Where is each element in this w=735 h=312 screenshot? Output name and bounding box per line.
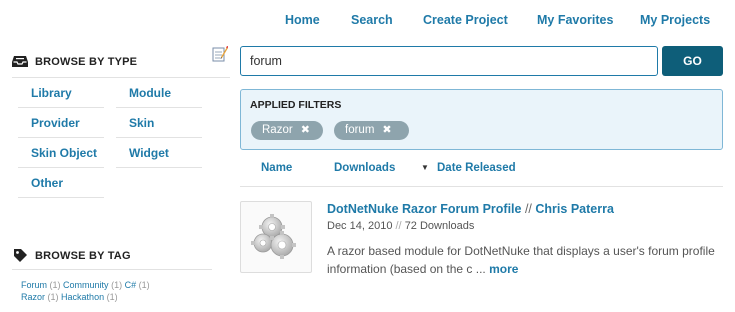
go-button[interactable]: GO (662, 46, 723, 76)
filter-chip-label: forum (345, 124, 375, 136)
applied-filters-panel: APPLIED FILTERS Razor ✖ forum ✖ (240, 89, 723, 150)
tag-count: (1) (111, 280, 123, 290)
filter-chip-razor[interactable]: Razor ✖ (251, 121, 323, 140)
sort-bar: Name Downloads ▼ Date Released (240, 162, 723, 187)
tag-link-forum[interactable]: Forum (21, 280, 47, 290)
search-input[interactable] (240, 46, 658, 76)
result-downloads: 72 Downloads (404, 220, 475, 232)
type-link-skin[interactable]: Skin (116, 108, 202, 138)
browse-by-tag-section: BROWSE BY TAG (12, 242, 212, 270)
tag-icon (12, 249, 28, 263)
result-author-link[interactable]: Chris Paterra (535, 202, 614, 216)
result-description: A razor based module for DotNetNuke that… (327, 242, 723, 278)
type-link-skin-object[interactable]: Skin Object (18, 138, 104, 168)
tag-link-hackathon[interactable]: Hackathon (61, 292, 104, 302)
result-title-link[interactable]: DotNetNuke Razor Forum Profile (327, 202, 521, 216)
nav-search-link[interactable]: Search (351, 13, 393, 27)
tag-cloud: Forum (1) Community (1) C# (1) Razor (1)… (21, 279, 150, 303)
result-title-line: DotNetNuke Razor Forum Profile // Chris … (327, 202, 614, 216)
applied-filters-title: APPLIED FILTERS (250, 99, 342, 111)
browse-by-type-title: BROWSE BY TYPE (35, 55, 138, 68)
tag-link-csharp[interactable]: C# (125, 280, 137, 290)
title-separator: // (524, 202, 532, 216)
more-link[interactable]: more (489, 262, 518, 276)
type-link-other[interactable]: Other (18, 168, 104, 198)
tag-count: (1) (49, 280, 61, 290)
tag-count: (1) (106, 292, 118, 302)
tag-link-razor[interactable]: Razor (21, 292, 45, 302)
gears-icon (251, 214, 296, 259)
nav-create-project-link[interactable]: Create Project (423, 13, 508, 27)
type-link-library[interactable]: Library (18, 78, 104, 108)
browse-by-tag-header: BROWSE BY TAG (12, 242, 212, 270)
type-link-module[interactable]: Module (116, 78, 202, 108)
filter-chip-label: Razor (262, 124, 293, 136)
result-thumbnail[interactable] (240, 201, 312, 273)
nav-my-projects-link[interactable]: My Projects (640, 13, 710, 27)
nav-my-favorites-link[interactable]: My Favorites (537, 13, 613, 27)
close-icon[interactable]: ✖ (301, 121, 310, 140)
tag-count: (1) (138, 280, 150, 290)
type-link-provider[interactable]: Provider (18, 108, 104, 138)
result-meta: Dec 14, 2010 // 72 Downloads (327, 220, 474, 232)
sidebar: BROWSE BY TYPE Library Module Provider S… (12, 45, 230, 228)
browse-by-type-header: BROWSE BY TYPE (12, 46, 230, 78)
type-link-widget[interactable]: Widget (116, 138, 202, 168)
tag-count: (1) (47, 292, 59, 302)
result-date: Dec 14, 2010 (327, 220, 393, 232)
meta-separator: // (395, 220, 402, 232)
filter-chip-forum[interactable]: forum ✖ (334, 121, 409, 140)
inbox-tray-icon (12, 55, 28, 69)
close-icon[interactable]: ✖ (382, 121, 391, 140)
sort-date-released-link[interactable]: Date Released (437, 162, 516, 174)
edit-note-icon[interactable] (212, 45, 229, 62)
tag-link-community[interactable]: Community (63, 280, 109, 290)
sort-downloads-link[interactable]: Downloads (334, 162, 395, 174)
result-description-text: A razor based module for DotNetNuke that… (327, 244, 715, 276)
nav-home-link[interactable]: Home (285, 13, 320, 27)
sort-descending-icon: ▼ (421, 163, 429, 172)
browse-by-tag-title: BROWSE BY TAG (35, 249, 131, 262)
sort-name-link[interactable]: Name (261, 162, 292, 174)
type-list: Library Module Provider Skin Skin Object… (12, 78, 230, 228)
